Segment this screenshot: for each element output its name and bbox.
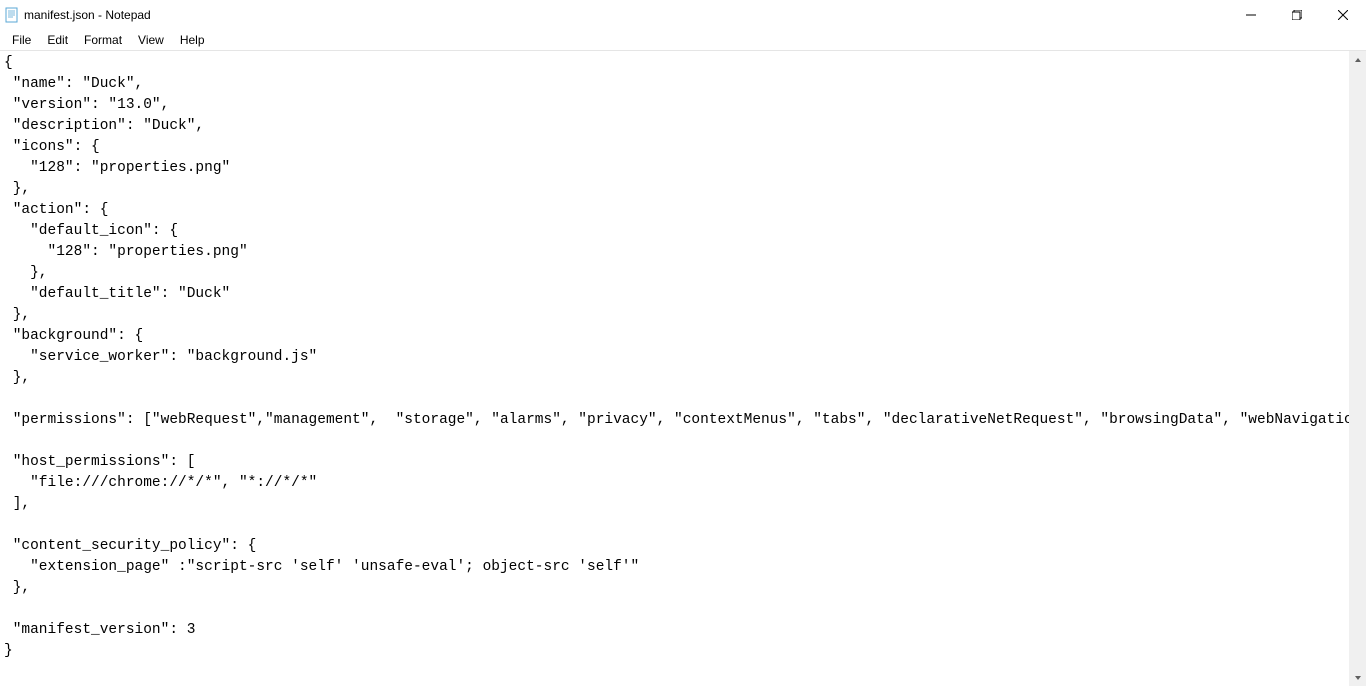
notepad-icon xyxy=(4,7,20,23)
titlebar: manifest.json - Notepad xyxy=(0,0,1366,30)
text-editor[interactable]: { "name": "Duck", "version": "13.0", "de… xyxy=(0,51,1349,686)
menubar: File Edit Format View Help xyxy=(0,30,1366,50)
menu-format[interactable]: Format xyxy=(76,31,130,49)
scroll-track[interactable] xyxy=(1349,68,1366,669)
menu-file[interactable]: File xyxy=(4,31,39,49)
window-title: manifest.json - Notepad xyxy=(24,8,151,22)
titlebar-left: manifest.json - Notepad xyxy=(0,7,151,23)
scroll-up-arrow[interactable] xyxy=(1349,51,1366,68)
minimize-button[interactable] xyxy=(1228,0,1274,30)
menu-view[interactable]: View xyxy=(130,31,172,49)
scroll-down-arrow[interactable] xyxy=(1349,669,1366,686)
maximize-button[interactable] xyxy=(1274,0,1320,30)
close-button[interactable] xyxy=(1320,0,1366,30)
vertical-scrollbar[interactable] xyxy=(1349,51,1366,686)
menu-help[interactable]: Help xyxy=(172,31,213,49)
menu-edit[interactable]: Edit xyxy=(39,31,76,49)
window-controls xyxy=(1228,0,1366,30)
content-wrapper: { "name": "Duck", "version": "13.0", "de… xyxy=(0,50,1366,686)
